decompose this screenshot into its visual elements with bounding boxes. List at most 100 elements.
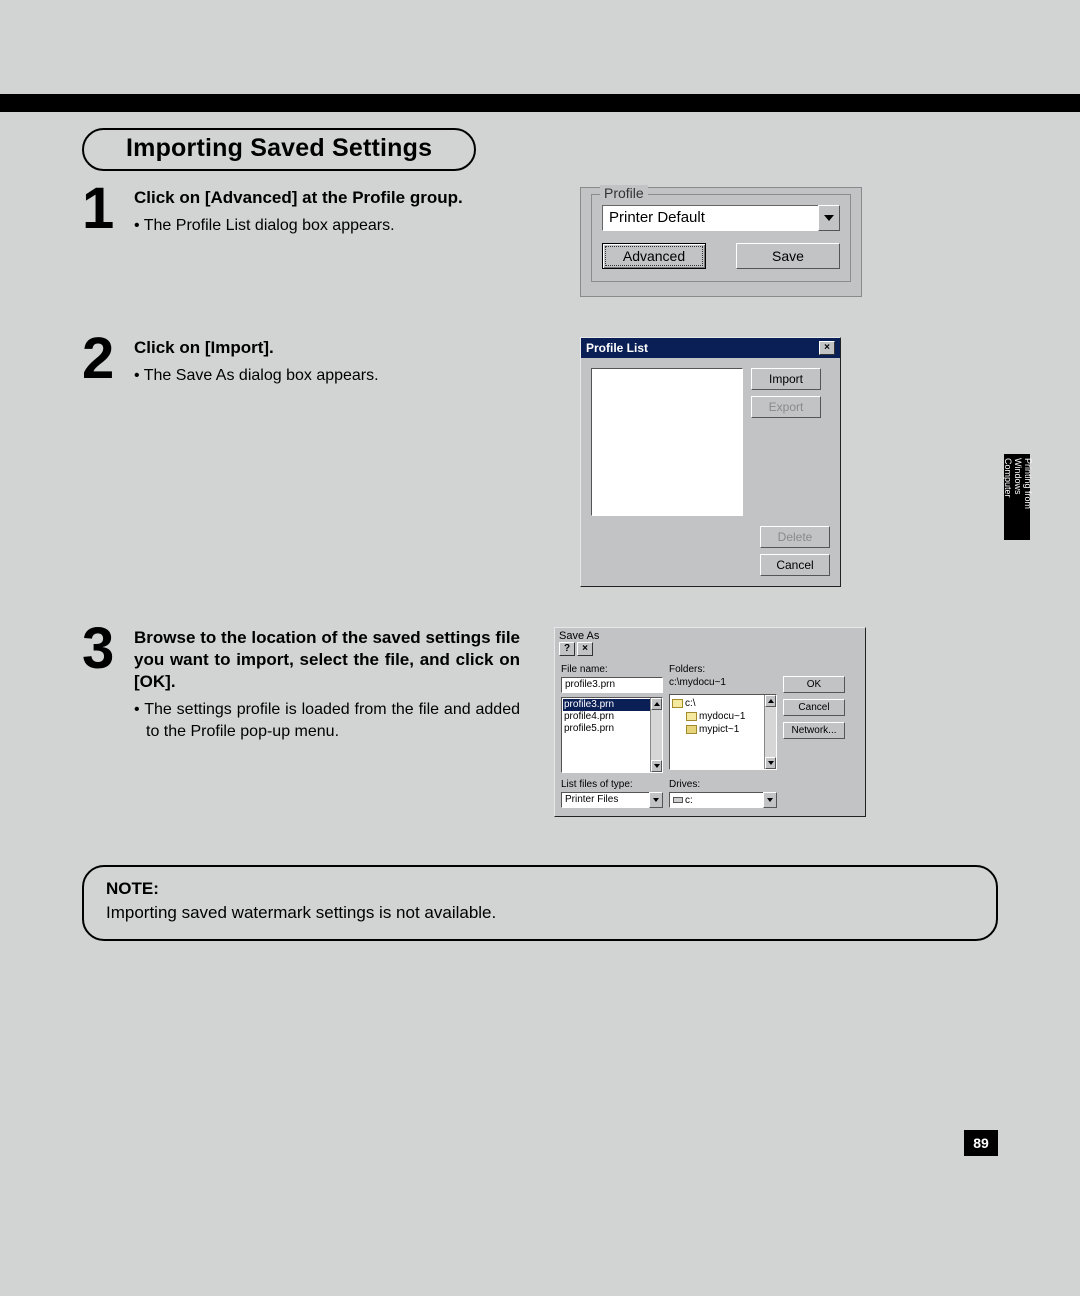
tree-item[interactable]: mydocu~1: [672, 710, 774, 723]
note-label: NOTE:: [106, 879, 974, 899]
step-bullet: • The Profile List dialog box appears.: [134, 215, 538, 237]
saveas-body: File name: profile3.prn profile3.prn pro…: [555, 658, 865, 816]
chevron-down-icon: [653, 798, 659, 802]
step-heading: Click on [Advanced] at the Profile group…: [134, 187, 538, 209]
step-number: 1: [82, 183, 134, 235]
profile-legend: Profile: [600, 185, 648, 201]
step-number: 3: [82, 623, 134, 675]
figure-profile-list-dialog: Profile List × Import Export Delete Canc…: [580, 337, 841, 587]
folder-open-icon: [672, 699, 683, 708]
cancel-button[interactable]: Cancel: [760, 554, 830, 576]
filename-input[interactable]: profile3.prn: [561, 677, 663, 693]
combo-dropdown-button[interactable]: [649, 792, 663, 808]
close-button[interactable]: ×: [577, 642, 593, 656]
drives-value: c:: [669, 792, 763, 808]
profile-combo-value: Printer Default: [602, 205, 818, 231]
section-title: Importing Saved Settings: [126, 134, 432, 163]
combo-dropdown-button[interactable]: [763, 792, 777, 808]
drives-label: Drives:: [669, 779, 777, 790]
note-box: NOTE: Importing saved watermark settings…: [82, 865, 998, 941]
saveas-dialog: Save As ? × File name: profile3.prn: [554, 627, 866, 817]
chevron-up-icon: [768, 699, 774, 703]
dialog-title: Save As: [559, 630, 599, 642]
side-tab: Printing from Windows Computer: [1004, 454, 1030, 540]
folders-column: Folders: c:\mydocu~1 c:\ mydocu~1 mypict…: [669, 664, 777, 773]
close-button[interactable]: ×: [819, 341, 835, 355]
figure-saveas-dialog: Save As ? × File name: profile3.prn: [554, 627, 866, 817]
step-2: 2 Click on [Import]. • The Save As dialo…: [82, 337, 998, 587]
save-button[interactable]: Save: [736, 243, 840, 269]
chevron-up-icon: [654, 702, 660, 706]
drive-icon: [673, 797, 683, 803]
help-button[interactable]: ?: [559, 642, 575, 656]
cancel-button[interactable]: Cancel: [783, 699, 845, 716]
scrollbar[interactable]: [650, 698, 662, 772]
delete-button[interactable]: Delete: [760, 526, 830, 548]
tree-label: mydocu~1: [699, 710, 745, 723]
folder-open-icon: [686, 712, 697, 721]
step-heading: Browse to the location of the saved sett…: [134, 627, 520, 693]
folder-icon: [686, 725, 697, 734]
header-bar: [0, 94, 1080, 112]
profile-listbox[interactable]: [591, 368, 743, 516]
page-number: 89: [964, 1130, 998, 1156]
tree-item[interactable]: mypict~1: [672, 723, 774, 736]
chevron-down-icon: [767, 798, 773, 802]
drives-column: Drives: c:: [669, 779, 777, 808]
chevron-down-icon: [824, 215, 834, 221]
dialog-titlebar: Profile List ×: [581, 338, 840, 358]
filetype-label: List files of type:: [561, 779, 663, 790]
drives-text: c:: [685, 795, 693, 806]
saveas-bottom-row: List files of type: Printer Files Drives…: [561, 779, 859, 808]
filetype-value: Printer Files: [561, 792, 649, 808]
list-item[interactable]: profile3.prn: [563, 699, 661, 711]
scroll-down-button[interactable]: [651, 760, 662, 772]
folder-path: c:\mydocu~1: [669, 677, 777, 688]
folder-tree[interactable]: c:\ mydocu~1 mypict~1: [669, 694, 777, 770]
combo-dropdown-button[interactable]: [818, 205, 840, 231]
list-item[interactable]: profile5.prn: [563, 723, 661, 735]
page-content: Importing Saved Settings 1 Click on [Adv…: [82, 128, 998, 941]
scroll-down-button[interactable]: [765, 757, 776, 769]
folders-label: Folders:: [669, 664, 777, 675]
dialog-body: Import Export: [581, 358, 840, 526]
filename-label: File name:: [561, 664, 663, 675]
drives-combo[interactable]: c:: [669, 792, 777, 808]
dialog-button-column: Import Export: [751, 368, 821, 516]
chevron-down-icon: [768, 761, 774, 765]
advanced-button[interactable]: Advanced: [602, 243, 706, 269]
profile-combo[interactable]: Printer Default: [602, 205, 840, 231]
figure-profile-panel: Profile Printer Default Advanced Save: [580, 187, 862, 297]
tree-item[interactable]: c:\: [672, 697, 774, 710]
filetype-column: List files of type: Printer Files: [561, 779, 663, 808]
export-button[interactable]: Export: [751, 396, 821, 418]
import-button[interactable]: Import: [751, 368, 821, 390]
scroll-up-button[interactable]: [651, 698, 662, 710]
file-list[interactable]: profile3.prn profile4.prn profile5.prn: [561, 697, 663, 773]
dialog-titlebar: Save As ? ×: [555, 628, 865, 658]
step-heading: Click on [Import].: [134, 337, 538, 359]
scrollbar[interactable]: [764, 695, 776, 769]
tree-label: c:\: [685, 697, 696, 710]
section-title-frame: Importing Saved Settings: [82, 128, 476, 171]
list-item[interactable]: profile4.prn: [563, 711, 661, 723]
profile-panel: Profile Printer Default Advanced Save: [580, 187, 862, 297]
step-body: Click on [Advanced] at the Profile group…: [134, 187, 552, 237]
ok-button[interactable]: OK: [783, 676, 845, 693]
step-bullet: • The settings profile is loaded from th…: [134, 699, 520, 742]
network-button[interactable]: Network...: [783, 722, 845, 739]
step-3: 3 Browse to the location of the saved se…: [82, 627, 998, 817]
step-body: Browse to the location of the saved sett…: [134, 627, 534, 742]
profile-list-dialog: Profile List × Import Export Delete Canc…: [580, 337, 841, 587]
step-number: 2: [82, 333, 134, 385]
tree-label: mypict~1: [699, 723, 739, 736]
scroll-up-button[interactable]: [765, 695, 776, 707]
dialog-bottom-buttons: Delete Cancel: [581, 526, 840, 586]
dialog-title: Profile List: [586, 341, 648, 355]
filename-column: File name: profile3.prn profile3.prn pro…: [561, 664, 663, 773]
step-1: 1 Click on [Advanced] at the Profile gro…: [82, 187, 998, 297]
profile-fieldset: Profile Printer Default Advanced Save: [591, 194, 851, 282]
step-body: Click on [Import]. • The Save As dialog …: [134, 337, 552, 387]
step-bullet: • The Save As dialog box appears.: [134, 365, 538, 387]
filetype-combo[interactable]: Printer Files: [561, 792, 663, 808]
